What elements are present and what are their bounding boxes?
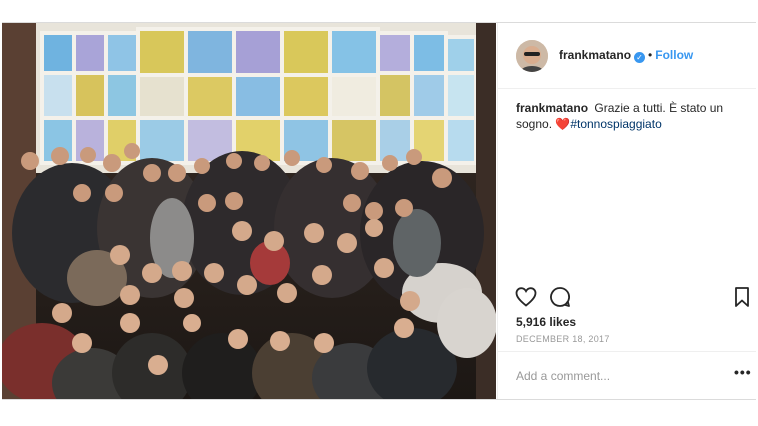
comment-input[interactable]: Add a comment...: [516, 369, 610, 383]
action-bar: [498, 285, 756, 315]
post-photo[interactable]: [2, 23, 496, 399]
post-sidebar: frankmatano ✓ • Follow frankmatano Grazie a…: [497, 23, 756, 399]
separator-dot: •: [648, 48, 653, 62]
bookmark-icon[interactable]: [730, 285, 754, 309]
verified-badge-icon: ✓: [634, 52, 646, 63]
caption: frankmatano Grazie a tutti. È stato un s…: [516, 100, 738, 132]
group-photo-image: [2, 23, 496, 399]
comment-icon[interactable]: [548, 285, 572, 309]
avatar[interactable]: [516, 40, 548, 72]
follow-button[interactable]: Follow: [655, 48, 693, 62]
username-link[interactable]: frankmatano: [559, 48, 631, 62]
header-line: frankmatano ✓ • Follow: [559, 48, 693, 63]
heart-emoji: ❤️: [555, 117, 571, 131]
comment-bar: Add a comment... •••: [498, 351, 756, 399]
post-date[interactable]: DECEMBER 18, 2017: [516, 334, 610, 344]
caption-username-link[interactable]: frankmatano: [516, 101, 588, 115]
heart-icon[interactable]: [514, 285, 538, 309]
more-options-icon[interactable]: •••: [734, 364, 752, 380]
post-header: frankmatano ✓ • Follow: [498, 23, 756, 89]
likes-count[interactable]: 5,916 likes: [516, 315, 576, 329]
avatar-image: [516, 40, 548, 72]
hashtag-link[interactable]: #tonnospiaggiato: [570, 117, 661, 131]
